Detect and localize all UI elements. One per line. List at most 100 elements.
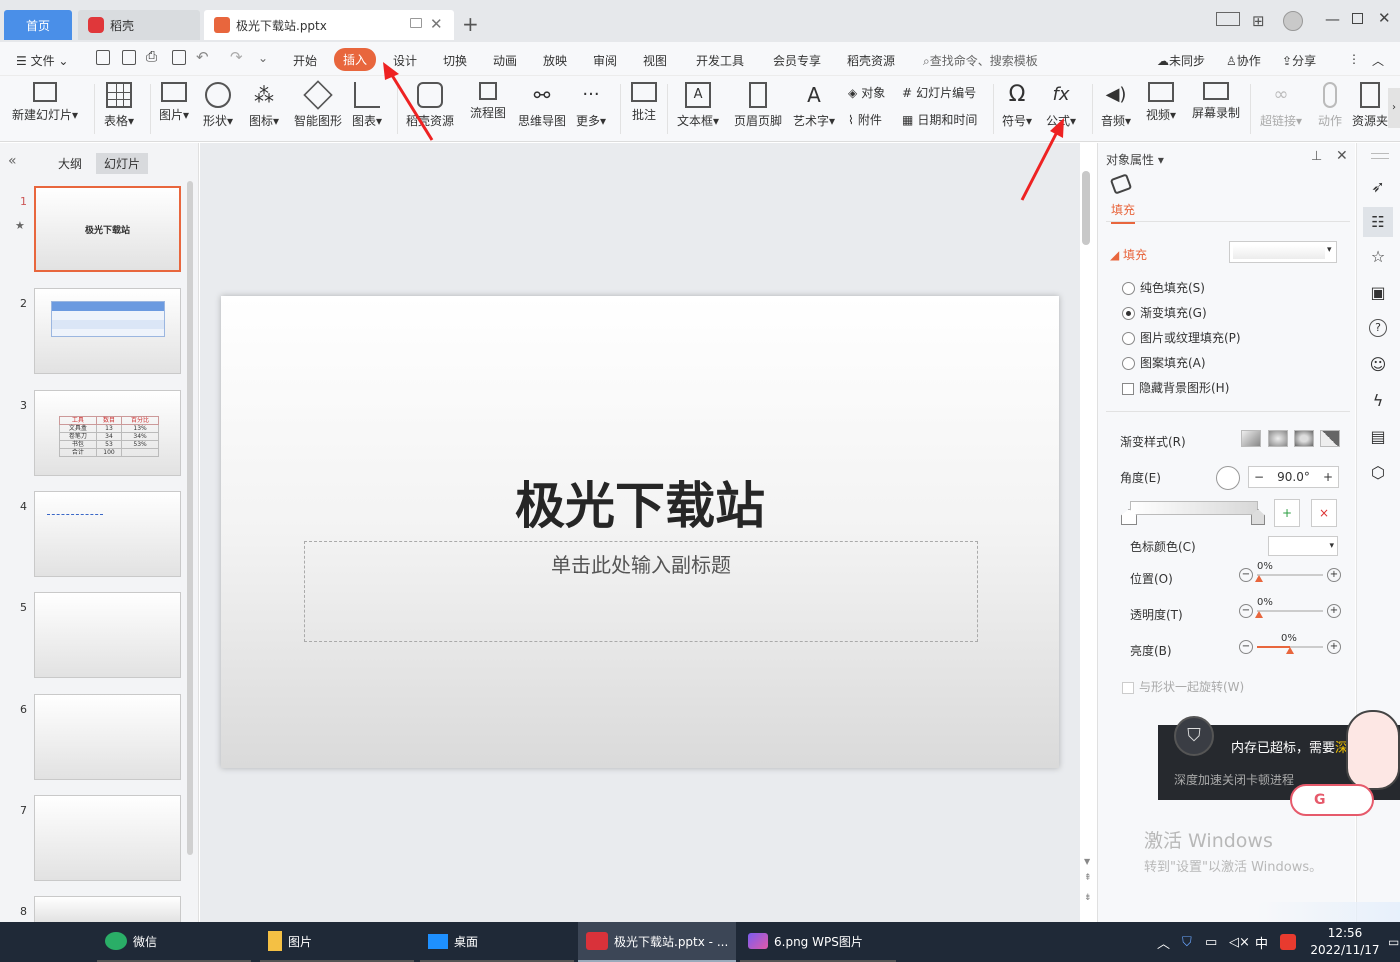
pin-icon[interactable]: ⊥ — [1311, 149, 1322, 164]
slide-thumbnail-3[interactable]: 工具 数目 百分比 文具盒 13 13% 卷笔刀 34 34% 书包 53 53% 合计 100 — [34, 390, 181, 476]
tab-transition[interactable]: 切换 — [443, 52, 467, 69]
slide-thumbnail-1[interactable]: 极光下载站 — [34, 186, 181, 272]
robot-icon[interactable]: ☺ — [1367, 355, 1389, 377]
ribbon-scroll-right-icon[interactable]: › — [1388, 88, 1400, 128]
flowchart-button[interactable]: 流程图 — [470, 82, 506, 121]
slide-thumbnail-8[interactable] — [34, 896, 181, 922]
add-stop-icon[interactable]: + — [1274, 499, 1300, 527]
icon-button[interactable]: ⁂ 图标▾ — [249, 82, 279, 129]
lightning-icon[interactable]: ϟ — [1367, 391, 1389, 413]
tab-view[interactable]: 视图 — [643, 52, 667, 69]
fill-color-dropdown[interactable]: ▾ — [1229, 241, 1337, 263]
radio-pattern-fill[interactable]: 图案填充(A) — [1122, 354, 1206, 371]
slide-thumbnail-5[interactable] — [34, 592, 181, 678]
clock[interactable]: 12:56 2022/11/17 — [1306, 922, 1384, 962]
fill-section-header[interactable]: ◢ 填充 — [1110, 246, 1147, 263]
radio-picture-fill[interactable]: 图片或纹理填充(P) — [1122, 329, 1241, 346]
taskbar-wps-picture[interactable]: 6.png WPS图片 — [740, 922, 896, 962]
video-button[interactable]: 视频▾ — [1146, 82, 1176, 123]
save-icon[interactable] — [96, 50, 110, 65]
quick-access-dropdown-icon[interactable]: ⌄ — [258, 51, 268, 65]
gradient-style-rect[interactable] — [1294, 430, 1314, 447]
plus-icon[interactable]: + — [1327, 640, 1341, 654]
grid-icon[interactable]: ⊞ — [1252, 12, 1265, 30]
slide-thumbnail-4[interactable] — [34, 491, 181, 577]
hyperlink-button[interactable]: ∞ 超链接▾ — [1260, 82, 1302, 129]
angle-spinner[interactable]: −90.0° + — [1248, 466, 1339, 488]
resource-button[interactable]: 稻壳资源 — [406, 82, 454, 129]
audio-button[interactable]: ◀) 音频▾ — [1101, 82, 1131, 129]
plus-icon[interactable]: + — [1327, 568, 1341, 582]
undo-icon[interactable]: ↶ — [196, 48, 209, 66]
tab-slideshow[interactable]: 放映 — [543, 52, 567, 69]
tab-outline[interactable]: 大纲 — [58, 155, 82, 172]
close-panel-icon[interactable]: ✕ — [1336, 148, 1348, 164]
symbol-button[interactable]: Ω 符号▾ — [1002, 82, 1032, 129]
rotate-with-shape-checkbox[interactable]: 与形状一起旋转(W) — [1122, 678, 1244, 695]
tab-insert[interactable]: 插入 — [334, 48, 377, 71]
avatar[interactable] — [1283, 11, 1303, 31]
panel-scrollbar[interactable] — [187, 181, 193, 855]
notification-icon[interactable]: ▭ — [1388, 922, 1399, 962]
tray-network-icon[interactable]: ▭ — [1205, 922, 1217, 962]
mindmap-button[interactable]: ⚯ 思维导图 — [518, 82, 566, 129]
close-window-icon[interactable]: ✕ — [1378, 9, 1391, 27]
export-icon[interactable] — [122, 50, 136, 65]
attachment-button[interactable]: ⌇ 附件 — [848, 111, 882, 128]
new-tab-icon[interactable]: + — [462, 12, 479, 36]
book-icon[interactable]: ▤ — [1367, 427, 1389, 449]
formula-button[interactable]: fx 公式▾ — [1046, 82, 1076, 129]
more-button[interactable]: ··· 更多▾ — [576, 82, 606, 129]
datetime-button[interactable]: ▦ 日期和时间 — [902, 111, 977, 128]
stop-color-dropdown[interactable]: ▾ — [1268, 536, 1338, 556]
textbox-button[interactable]: A 文本框▾ — [677, 82, 719, 129]
tab-member[interactable]: 会员专享 — [773, 52, 821, 69]
minus-icon[interactable]: − — [1239, 604, 1253, 618]
slides-icon[interactable]: ▣ — [1367, 283, 1389, 305]
taskbar-wechat[interactable]: 微信 — [97, 922, 251, 962]
collapse-panel-icon[interactable]: « — [8, 153, 17, 169]
slide-thumbnail-2[interactable] — [34, 288, 181, 374]
taskbar-ppt[interactable]: 极光下载站.pptx - ... — [578, 922, 736, 962]
tab-resources[interactable]: 稻壳资源 — [847, 52, 895, 69]
prev-slide-icon[interactable]: ⇞ — [1084, 873, 1092, 883]
next-slide-icon[interactable]: ⇟ — [1084, 893, 1092, 903]
current-slide[interactable]: 极光下载站 单击此处输入副标题 — [221, 296, 1059, 768]
gradient-style-path[interactable] — [1320, 430, 1340, 447]
subtitle-placeholder[interactable]: 单击此处输入副标题 — [304, 541, 978, 642]
tray-shield-icon[interactable]: ⛉ — [1182, 922, 1192, 962]
layout-icon[interactable] — [1216, 12, 1240, 26]
collapse-ribbon-icon[interactable]: ︿ — [1372, 52, 1384, 69]
file-menu[interactable]: ☰ 文件 ⌄ — [16, 52, 68, 69]
comment-button[interactable]: 批注 — [631, 82, 657, 123]
object-button[interactable]: ◈ 对象 — [848, 84, 885, 101]
brightness-slider[interactable]: − 0% + — [1239, 633, 1341, 657]
slider-thumb[interactable] — [1255, 611, 1263, 618]
maximize-icon[interactable] — [1352, 13, 1363, 24]
fill-bucket-icon[interactable] — [1109, 173, 1133, 195]
rocket-icon[interactable]: ➶ — [1367, 177, 1389, 199]
minimize-icon[interactable]: — — [1325, 10, 1340, 28]
tray-sogou-icon[interactable] — [1280, 922, 1296, 962]
tab-animation[interactable]: 动画 — [493, 52, 517, 69]
tray-chevron-icon[interactable]: ︿ — [1157, 922, 1170, 962]
help-icon[interactable]: ? — [1369, 319, 1387, 337]
preview-icon[interactable] — [172, 50, 186, 65]
increment-icon[interactable]: + — [1323, 470, 1333, 484]
slide-thumbnail-7[interactable] — [34, 795, 181, 881]
scroll-down-icon[interactable]: ▼ — [1084, 857, 1090, 866]
wordart-button[interactable]: A 艺术字▾ — [793, 82, 835, 129]
print-icon[interactable]: ⎙ — [146, 49, 157, 65]
taskbar-pictures[interactable]: 图片 — [260, 922, 414, 962]
action-button[interactable]: 动作 — [1318, 82, 1342, 129]
shape-button[interactable]: 形状▾ — [203, 82, 233, 129]
mascot-sticker[interactable]: G — [1290, 706, 1400, 818]
plus-icon[interactable]: + — [1327, 604, 1341, 618]
screen-record-button[interactable]: 屏幕录制 — [1192, 82, 1240, 121]
tray-volume-icon[interactable]: ◁× — [1229, 922, 1250, 962]
resource-folder-button[interactable]: 资源夹 — [1352, 82, 1388, 129]
gradient-slider-bar[interactable] — [1130, 501, 1258, 515]
radio-gradient-fill[interactable]: 渐变填充(G) — [1122, 304, 1207, 321]
properties-icon[interactable]: ☷ — [1363, 207, 1393, 237]
box-icon[interactable]: ⬡ — [1367, 463, 1389, 485]
